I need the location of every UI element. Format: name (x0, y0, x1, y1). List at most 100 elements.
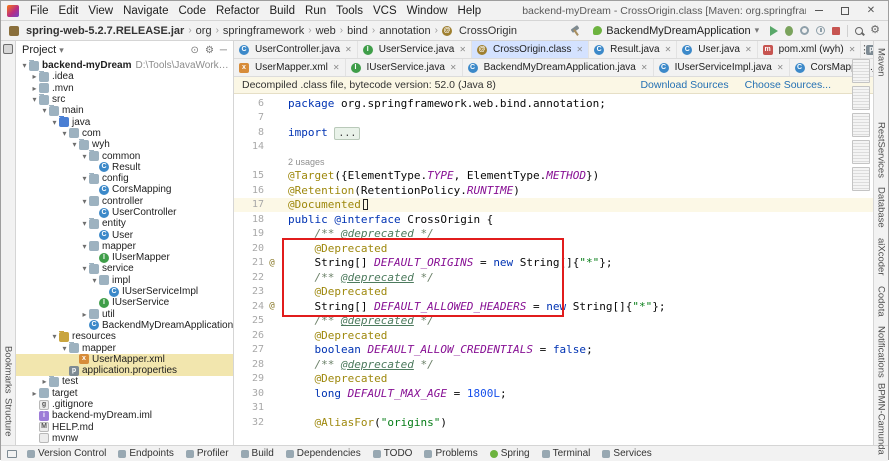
tree-chevron-icon[interactable]: ▾ (50, 118, 59, 127)
menu-navigate[interactable]: Navigate (118, 4, 173, 18)
status-item-problems[interactable]: Problems (424, 448, 477, 459)
hide-panel-icon[interactable]: ─ (220, 45, 227, 56)
status-item-build[interactable]: Build (241, 448, 274, 459)
status-item-todo[interactable]: TODO (373, 448, 413, 459)
tree-chevron-icon[interactable]: ▾ (70, 140, 79, 149)
tab-close-icon[interactable]: ✕ (450, 63, 457, 72)
menu-refactor[interactable]: Refactor (211, 4, 264, 18)
build-hammer-icon[interactable] (570, 25, 582, 37)
minimap-thumbnail[interactable] (852, 140, 870, 164)
status-item-version-control[interactable]: Version Control (27, 448, 106, 459)
menu-vcs[interactable]: VCS (368, 4, 402, 18)
tree-chevron-icon[interactable]: ▾ (80, 152, 89, 161)
editor-tab[interactable]: CUser.java✕ (677, 41, 757, 58)
tree-item[interactable]: papplication.properties (16, 365, 233, 376)
tab-close-icon[interactable]: ✕ (745, 45, 752, 54)
menu-run[interactable]: Run (300, 4, 331, 18)
settings-gear-icon[interactable]: ⚙ (870, 25, 880, 36)
tree-chevron-icon[interactable]: ▾ (90, 276, 99, 285)
tree-chevron-icon[interactable]: ▾ (60, 344, 69, 353)
menu-tools[interactable]: Tools (331, 4, 368, 18)
run-button[interactable] (770, 26, 778, 36)
tree-chevron-icon[interactable]: ▾ (80, 242, 89, 251)
tree-item[interactable]: ▾mapper (16, 342, 233, 353)
tree-item[interactable]: MHELP.md (16, 422, 233, 433)
tree-item[interactable]: xUserMapper.xml (16, 354, 233, 365)
tree-item[interactable]: ▾mapper (16, 241, 233, 252)
menu-code[interactable]: Code (173, 4, 211, 18)
breadcrumb-item[interactable]: bind (347, 25, 368, 37)
tree-chevron-icon[interactable]: ▸ (30, 389, 39, 398)
tree-item[interactable]: ▾impl (16, 275, 233, 286)
tab-close-icon[interactable]: ✕ (665, 45, 672, 54)
status-item-terminal[interactable]: Terminal (542, 448, 591, 459)
tree-chevron-icon[interactable]: ▾ (30, 95, 39, 104)
locate-icon[interactable]: ⊙ (191, 45, 199, 56)
editor-tab[interactable]: IIUserService.java✕ (346, 59, 463, 76)
settings-gear-icon[interactable]: ⚙ (205, 45, 214, 56)
menu-file[interactable]: File (25, 4, 54, 18)
tool-button-codota[interactable]: Codota (876, 286, 887, 317)
banner-link-choose-sources-[interactable]: Choose Sources... (745, 79, 831, 91)
run-configuration-select[interactable]: BackendMyDreamApplication ▾ (589, 25, 763, 37)
breadcrumb-item[interactable]: spring-web-5.2.7.RELEASE.jar (26, 25, 184, 37)
tree-item[interactable]: ▾com (16, 128, 233, 139)
tree-item[interactable]: IIUserService (16, 297, 233, 308)
tree-chevron-icon[interactable]: ▾ (20, 61, 29, 70)
more-tabs-icon[interactable]: ⋮ (859, 43, 870, 56)
stop-button[interactable] (832, 27, 840, 35)
breadcrumb-item[interactable]: annotation (379, 25, 430, 37)
tree-item[interactable]: CResult (16, 162, 233, 173)
tab-close-icon[interactable]: ✕ (777, 63, 784, 72)
tree-item[interactable]: mvnw (16, 433, 233, 444)
tab-close-icon[interactable]: ✕ (333, 63, 340, 72)
status-item-profiler[interactable]: Profiler (186, 448, 229, 459)
tree-chevron-icon[interactable]: ▸ (80, 310, 89, 319)
tree-item[interactable]: CUser (16, 229, 233, 240)
tree-item[interactable]: ▾entity (16, 218, 233, 229)
tool-button-bookmarks[interactable]: Bookmarks (3, 346, 14, 394)
tree-chevron-icon[interactable]: ▾ (40, 106, 49, 115)
minimize-icon[interactable] (806, 2, 832, 20)
editor-tab[interactable]: CBackendMyDreamApplication.java✕ (463, 59, 654, 76)
minimap-thumbnail[interactable] (852, 167, 870, 191)
breadcrumb-item[interactable]: web (316, 25, 336, 37)
minimap-thumbnail[interactable] (852, 113, 870, 137)
tree-chevron-icon[interactable]: ▾ (60, 129, 69, 138)
tree-item[interactable]: ▾backend-myDreamD:\Tools\JavaWorkSpace\b… (16, 60, 233, 71)
tree-item[interactable]: ▾common (16, 150, 233, 161)
tree-item[interactable]: ▾java (16, 116, 233, 127)
tree-chevron-icon[interactable]: ▾ (80, 264, 89, 273)
breadcrumb-item[interactable]: springframework (223, 25, 304, 37)
editor-tab[interactable]: CResult.java✕ (589, 41, 677, 58)
tree-chevron-icon[interactable]: ▸ (30, 72, 39, 81)
menu-edit[interactable]: Edit (54, 4, 84, 18)
tab-close-icon[interactable]: ✕ (345, 45, 352, 54)
usages-inlay-hint[interactable]: 2 usages (288, 157, 325, 167)
tree-item[interactable]: CCorsMapping (16, 184, 233, 195)
tree-item[interactable]: ▾config (16, 173, 233, 184)
tool-button-structure[interactable]: Structure (3, 398, 14, 437)
tree-item[interactable]: ▾main (16, 105, 233, 116)
tree-item[interactable]: ▾service (16, 263, 233, 274)
tree-item[interactable]: ▸target (16, 388, 233, 399)
tool-button-aixcoder[interactable]: aiXcoder (876, 238, 887, 276)
profiler-button[interactable] (816, 26, 825, 35)
search-icon[interactable] (855, 27, 863, 35)
menu-help[interactable]: Help (453, 4, 487, 18)
code-area[interactable]: 6package org.springframework.web.bind.an… (234, 94, 873, 445)
debug-button[interactable] (785, 26, 793, 36)
editor-tab[interactable]: CIUserServiceImpl.java✕ (654, 59, 790, 76)
tree-item[interactable]: ▾resources (16, 331, 233, 342)
tree-chevron-icon[interactable]: ▾ (80, 219, 89, 228)
project-panel-title[interactable]: Project (22, 44, 56, 56)
tree-chevron-icon[interactable]: ▾ (80, 197, 89, 206)
tree-item[interactable]: ▾controller (16, 196, 233, 207)
tab-close-icon[interactable]: ✕ (576, 45, 583, 54)
menu-build[interactable]: Build (264, 4, 300, 18)
tree-chevron-icon[interactable]: ▾ (80, 174, 89, 183)
tree-item[interactable]: ▾wyh (16, 139, 233, 150)
tree-chevron-icon[interactable]: ▸ (40, 377, 49, 386)
tree-item[interactable]: ▸.mvn (16, 83, 233, 94)
tool-button-maven[interactable]: Maven (876, 48, 887, 77)
